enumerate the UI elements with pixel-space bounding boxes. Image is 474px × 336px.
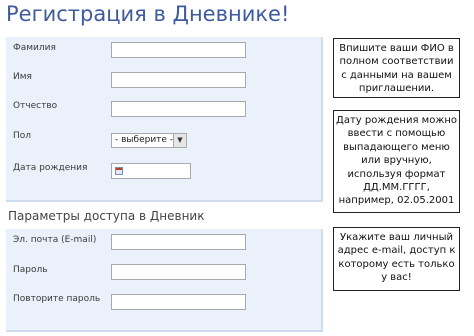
chevron-down-icon[interactable]: ▼ — [173, 134, 186, 147]
password-label: Пароль — [13, 265, 48, 275]
gender-label: Пол — [13, 131, 32, 141]
email-input[interactable] — [111, 234, 246, 250]
hint-full-name: Впишите ваши ФИО в полном соответствии с… — [333, 38, 460, 98]
access-section-title: Параметры доступа в Дневник — [8, 209, 205, 223]
birth-date-label: Дата рождения — [13, 163, 88, 173]
password-input[interactable] — [111, 264, 246, 280]
gender-select-value: - выберите - — [115, 135, 174, 145]
repeat-password-label: Повторите пароль — [13, 294, 101, 304]
birth-date-input[interactable] — [111, 163, 191, 179]
repeat-password-input[interactable] — [111, 294, 246, 310]
middle-name-input[interactable] — [111, 101, 246, 117]
hint-birth-date: Дату рождения можно ввести с помощью вып… — [333, 110, 460, 213]
hint-email: Укажите ваш личный адрес e-mail, доступ … — [333, 227, 460, 291]
middle-name-label: Отчество — [13, 101, 58, 111]
calendar-icon[interactable] — [115, 167, 123, 175]
page-title: Регистрация в Дневнике! — [6, 2, 290, 26]
email-label: Эл. почта (E-mail) — [13, 235, 97, 245]
first-name-input[interactable] — [111, 72, 246, 88]
last-name-label: Фамилия — [13, 43, 56, 53]
gender-select[interactable]: - выберите - ▼ — [111, 133, 187, 148]
first-name-label: Имя — [13, 72, 32, 82]
last-name-input[interactable] — [111, 42, 246, 58]
